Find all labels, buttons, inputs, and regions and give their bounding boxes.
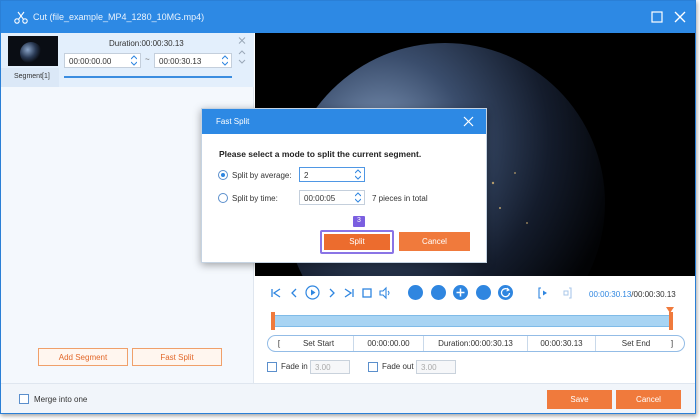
fast-split-button[interactable]: Fast Split [132,348,222,366]
spinner-icon[interactable] [355,169,361,180]
scissors-icon [14,11,28,24]
set-end-button[interactable]: Set End [596,336,676,351]
window-title: Cut (file_example_MP4_1280_10MG.mp4) [33,12,205,22]
segment-progress-bar [64,76,232,78]
save-button[interactable]: Save [547,390,612,409]
move-up-icon[interactable] [238,49,246,56]
title-bar: Cut (file_example_MP4_1280_10MG.mp4) [1,1,695,33]
range-duration: Duration:00:00:30.13 [424,336,528,351]
cut-mode-icon[interactable] [408,285,423,300]
fade-in-label: Fade in [281,362,308,371]
volume-icon[interactable] [378,286,392,300]
start-handle[interactable] [271,312,275,330]
segment-start-value: 00:00:00.00 [69,57,112,66]
set-range-row: [ Set Start 00:00:00.00 Duration:00:00:3… [267,335,685,352]
end-handle[interactable] [669,312,673,330]
fast-split-dialog: Fast Split Please select a mode to split… [201,108,487,263]
add-icon[interactable] [453,285,468,300]
split-by-average-label: Split by average: [232,171,292,180]
end-time-value: 00:00:30.13 [540,339,583,348]
set-start-button[interactable]: Set Start [284,336,354,351]
jump-to-end-icon[interactable] [559,286,573,300]
fade-in-checkbox[interactable] [267,362,277,372]
split-button-highlight: Split [320,230,394,254]
merge-label: Merge into one [34,395,88,404]
segment-end-value: 00:00:30.13 [159,57,202,66]
left-bracket: [ [277,339,281,348]
stop-icon[interactable] [360,286,374,300]
add-segment-button[interactable]: Add Segment [38,348,128,366]
pieces-total-text: 7 pieces in total [372,194,428,203]
split-average-input[interactable]: 2 [299,167,365,182]
go-to-end-icon[interactable] [342,286,356,300]
segment-row[interactable]: Duration:00:00:30.13 00:00:00.00 ~ 00:00… [1,33,254,87]
play-icon[interactable] [305,285,320,300]
cut-window: Cut (file_example_MP4_1280_10MG.mp4) Dur… [0,0,696,414]
next-frame-icon[interactable] [325,286,339,300]
segment-label: Segment[1] [1,68,59,87]
reset-icon[interactable] [498,285,513,300]
close-icon[interactable] [673,10,687,24]
segment-thumbnail [8,36,58,66]
time-separator: ~ [145,55,150,64]
segment-end-field[interactable]: 00:00:30.13 [154,53,232,68]
fade-out-input[interactable]: 3.00 [416,360,456,374]
go-to-start-icon[interactable] [269,286,283,300]
end-time-field[interactable]: 00:00:30.13 [528,336,596,351]
fade-out-label: Fade out [382,362,414,371]
playback-controls: 00:00:30.13/00:00:30.13 [ Set Start 00:0… [255,276,695,383]
jump-to-start-icon[interactable] [537,286,551,300]
snapshot-icon[interactable] [431,285,446,300]
fade-in-input[interactable]: 3.00 [310,360,350,374]
segment-duration: Duration:00:00:30.13 [109,39,184,48]
step-badge: 3 [353,216,365,227]
split-average-value: 2 [304,171,309,180]
total-time: /00:00:30.13 [631,290,676,299]
split-time-input[interactable]: 00:00:05 [299,190,365,205]
dialog-prompt: Please select a mode to split the curren… [219,149,422,159]
dialog-title: Fast Split [202,109,486,134]
current-time: 00:00:30.13 [589,290,632,299]
right-bracket: ] [670,339,674,348]
copy-icon[interactable] [476,285,491,300]
spinner-icon[interactable] [131,55,137,66]
split-by-time-label: Split by time: [232,194,278,203]
split-by-average-radio[interactable] [218,170,228,180]
bottom-bar: Merge into one Save Cancel [1,383,695,413]
spinner-icon[interactable] [355,192,361,203]
split-button[interactable]: Split [324,234,390,250]
delete-segment-icon[interactable] [238,37,246,44]
spinner-icon[interactable] [222,55,228,66]
segment-start-field[interactable]: 00:00:00.00 [64,53,141,68]
merge-checkbox[interactable] [19,394,29,404]
move-down-icon[interactable] [238,58,246,65]
split-by-time-radio[interactable] [218,193,228,203]
start-time-field[interactable]: 00:00:00.00 [354,336,424,351]
dialog-close-icon[interactable] [463,116,474,127]
timecode-display: 00:00:30.13/00:00:30.13 [589,290,676,299]
fade-out-checkbox[interactable] [368,362,378,372]
split-time-value: 00:00:05 [304,194,336,203]
cancel-button[interactable]: Cancel [616,390,681,409]
start-time-value: 00:00:00.00 [367,339,410,348]
dialog-cancel-button[interactable]: Cancel [399,232,470,251]
timeline-track[interactable] [274,315,671,327]
previous-frame-icon[interactable] [287,286,301,300]
maximize-icon[interactable] [650,10,664,24]
